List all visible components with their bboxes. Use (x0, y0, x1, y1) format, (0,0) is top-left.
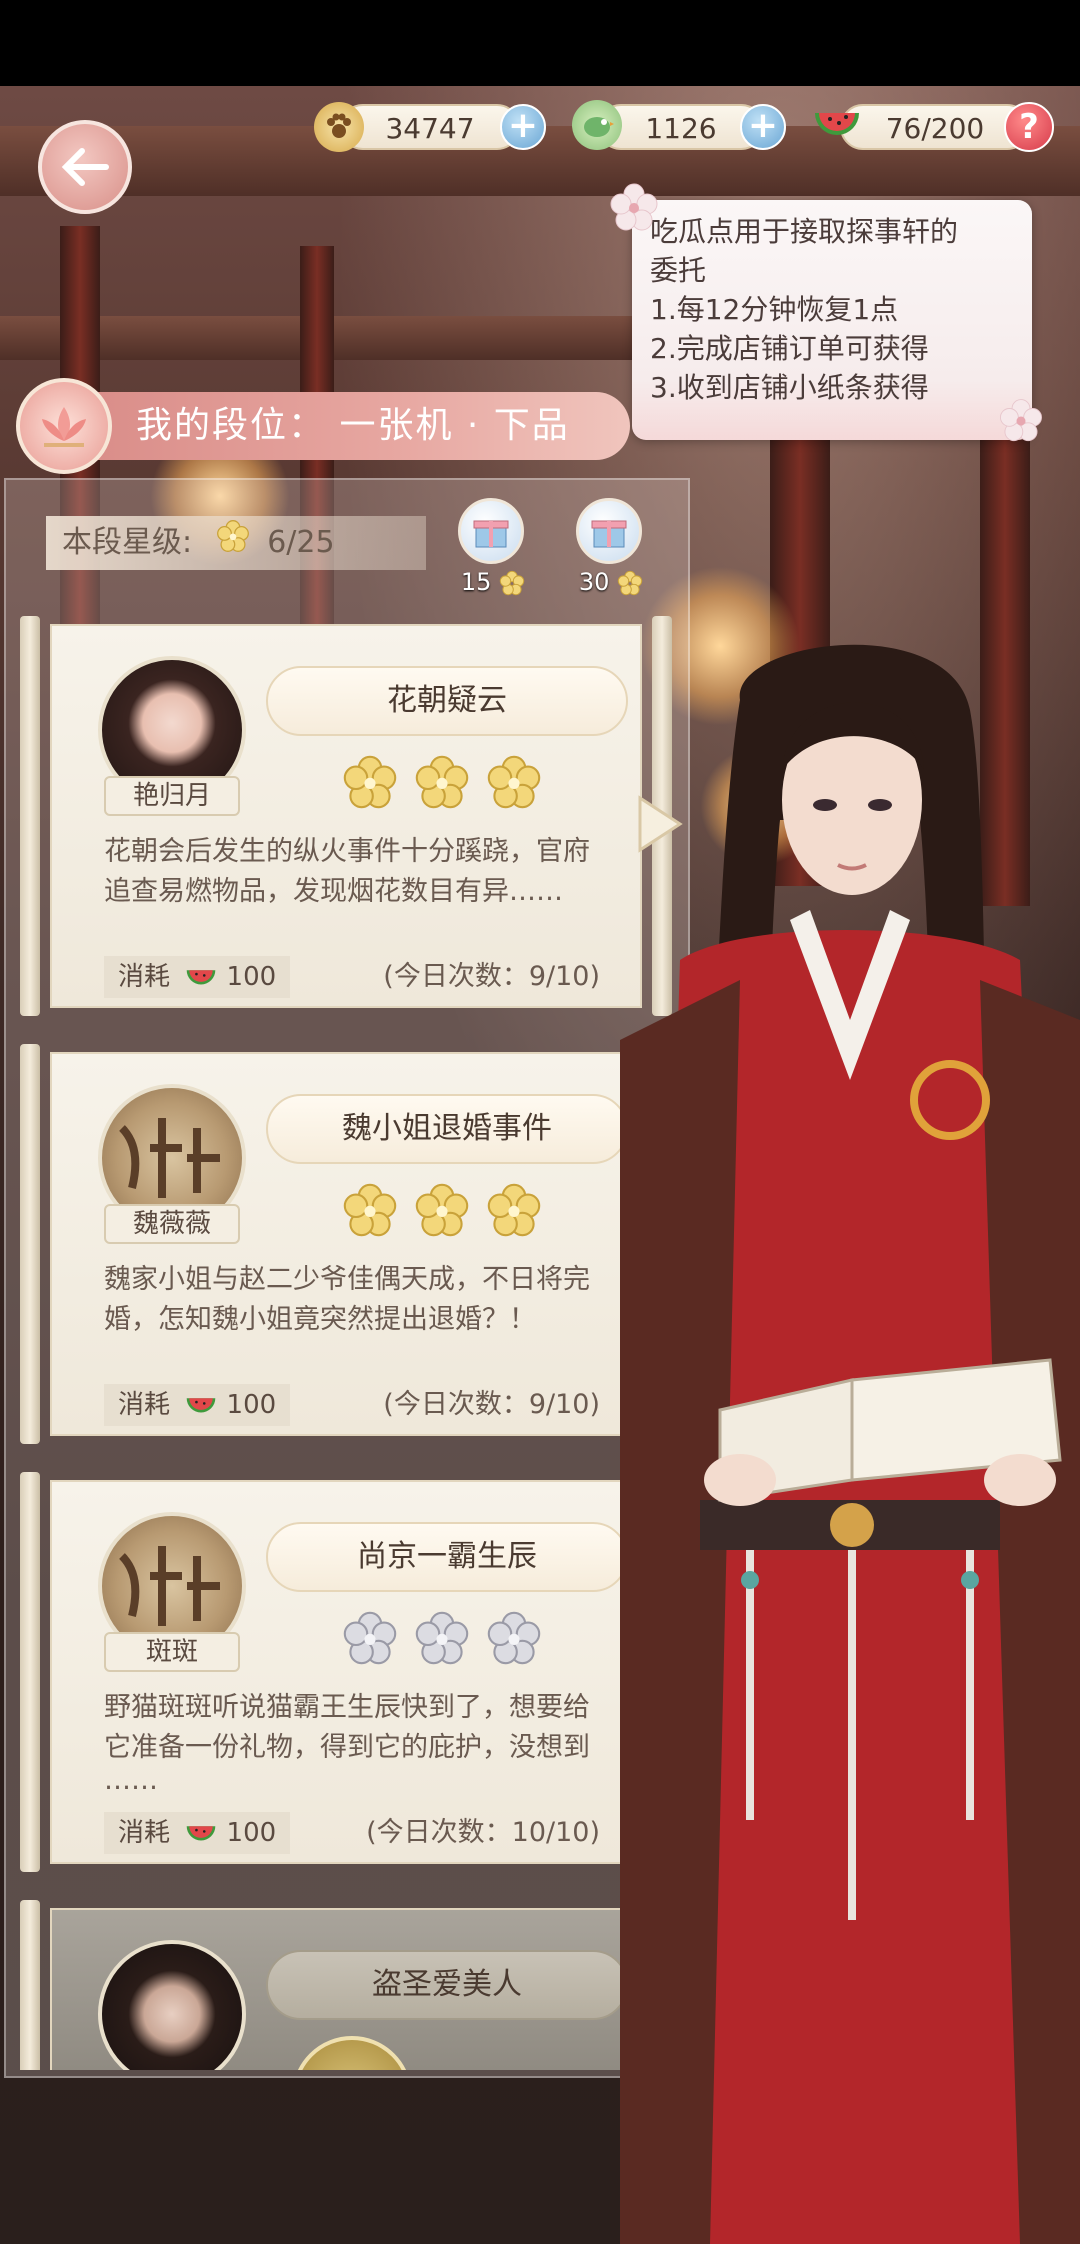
status-bar (0, 0, 1080, 86)
gold-star-icon (487, 755, 541, 809)
add-paw-button[interactable]: + (500, 104, 546, 150)
description-line: …… (104, 1765, 158, 1796)
commission-card[interactable]: 艳归月 花朝疑云 花朝会后发生的纵火事件十分蹊跷，官府 追查易燃物品，发现烟花数… (20, 616, 683, 1016)
cost-label: 消耗 (118, 1390, 171, 1420)
character-name: 斑斑 (104, 1632, 240, 1672)
gift-box-icon (576, 498, 642, 564)
stamina-value: 76/200 (885, 112, 985, 145)
rank-banner: 我的段位： 一张机 · 下品 (50, 392, 630, 460)
reward-threshold: 30 (578, 568, 610, 596)
character-name: 艳归月 (104, 776, 240, 816)
tooltip-line: 委托 (650, 254, 707, 287)
paw-currency-pill: 34747 (340, 104, 520, 150)
character-name: 魏薇薇 (104, 1204, 240, 1244)
commission-title: 魏小姐退婚事件 (266, 1094, 628, 1164)
watermelon-icon (186, 1397, 216, 1412)
back-button[interactable] (38, 120, 132, 214)
cost-box: 消耗 100 (104, 1812, 290, 1854)
difficulty-stars (342, 1610, 542, 1670)
cost-label: 消耗 (118, 1818, 171, 1848)
reward-threshold: 15 (460, 568, 492, 596)
commission-card[interactable]: 斑斑 尚京一霸生辰 野猫斑斑听说猫霸王生辰快到了，想要给 它准备一份礼物，得到它… (20, 1472, 683, 1872)
tooltip-line: 吃瓜点用于接取探事轩的 (650, 215, 959, 248)
star-level-value: 6/25 (267, 525, 335, 560)
blossom-decor-icon (610, 183, 658, 231)
commission-title: 尚京一霸生辰 (266, 1522, 628, 1592)
star-icon (499, 570, 525, 596)
lotus-rank-icon (16, 378, 112, 474)
paw-icon (314, 102, 364, 152)
gold-star-icon (415, 1183, 469, 1237)
add-gem-button[interactable]: + (740, 104, 786, 150)
cost-value: 100 (226, 1818, 277, 1848)
daily-count: (今日次数：9/10) (383, 961, 600, 992)
commission-title: 盗圣爱美人 (266, 1950, 628, 2020)
star-icon (216, 517, 250, 571)
tooltip-line: 3.收到店铺小纸条获得 (650, 371, 929, 404)
bird-gem-icon (572, 100, 622, 150)
description-line: 魏家小姐与赵二少爷佳偶天成，不日将完 (104, 1264, 590, 1295)
gold-star-icon (487, 1183, 541, 1237)
watermelon-icon (186, 1825, 216, 1840)
description-line: 它准备一份礼物，得到它的庇护，没想到 (104, 1732, 590, 1763)
cost-box: 消耗 100 (104, 1384, 290, 1426)
back-arrow-icon (61, 148, 109, 186)
stamina-pill: 76/200 (840, 104, 1030, 150)
help-button[interactable]: ? (1004, 102, 1054, 152)
cost-value: 100 (226, 1390, 277, 1420)
stamina-tooltip: 吃瓜点用于接取探事轩的 委托 1.每12分钟恢复1点 2.完成店铺订单可获得 3… (632, 200, 1032, 440)
cost-value: 100 (226, 962, 277, 992)
gold-star-icon (343, 1183, 397, 1237)
star-level-label: 本段星级: (62, 525, 193, 560)
tooltip-line: 1.每12分钟恢复1点 (650, 293, 899, 326)
gem-currency-value: 1126 (645, 112, 717, 145)
tooltip-line: 2.完成店铺订单可获得 (650, 332, 929, 365)
reward-chest-30[interactable]: 30 (576, 498, 646, 596)
reward-chest-15[interactable]: 15 (458, 498, 528, 596)
watermelon-icon (812, 100, 862, 150)
silver-star-icon (487, 1611, 541, 1665)
description-line: 花朝会后发生的纵火事件十分蹊跷，官府 (104, 836, 590, 867)
gift-box-icon (458, 498, 524, 564)
description-line: 野猫斑斑听说猫霸王生辰快到了，想要给 (104, 1692, 590, 1723)
gold-star-icon (343, 755, 397, 809)
gold-star-icon (415, 755, 469, 809)
lock-icon (292, 2036, 412, 2070)
description-line: 婚，怎知魏小姐竟突然提出退婚？！ (104, 1304, 536, 1335)
commission-card-locked[interactable]: 盗圣爱美人 (20, 1900, 672, 2070)
cost-label: 消耗 (118, 962, 171, 992)
daily-count: (今日次数：10/10) (366, 1817, 600, 1848)
daily-count: (今日次数：9/10) (383, 1389, 600, 1420)
star-level-row: 本段星级: 6/25 (46, 516, 426, 570)
commission-description: 野猫斑斑听说猫霸王生辰快到了，想要给 它准备一份礼物，得到它的庇护，没想到 …… (104, 1688, 624, 1794)
difficulty-stars (342, 1182, 542, 1242)
cost-box: 消耗 100 (104, 956, 290, 998)
blossom-decor-icon (1000, 399, 1042, 442)
commission-title: 花朝疑云 (266, 666, 628, 736)
silver-star-icon (343, 1611, 397, 1665)
star-icon (617, 570, 643, 596)
character-portrait (620, 644, 1080, 2244)
commission-description: 魏家小姐与赵二少爷佳偶天成，不日将完 婚，怎知魏小姐竟突然提出退婚？！ (104, 1260, 624, 1340)
commission-card[interactable]: 魏薇薇 魏小姐退婚事件 魏家小姐与赵二少爷佳偶天成，不日将完 婚，怎知魏小姐竟突… (20, 1044, 683, 1444)
paw-currency-value: 34747 (385, 112, 475, 145)
watermelon-icon (186, 969, 216, 984)
description-line: 追查易燃物品，发现烟花数目有异…… (104, 876, 563, 907)
difficulty-stars (342, 754, 542, 814)
avatar (98, 1940, 246, 2070)
commission-description: 花朝会后发生的纵火事件十分蹊跷，官府 追查易燃物品，发现烟花数目有异…… (104, 832, 624, 912)
silver-star-icon (415, 1611, 469, 1665)
